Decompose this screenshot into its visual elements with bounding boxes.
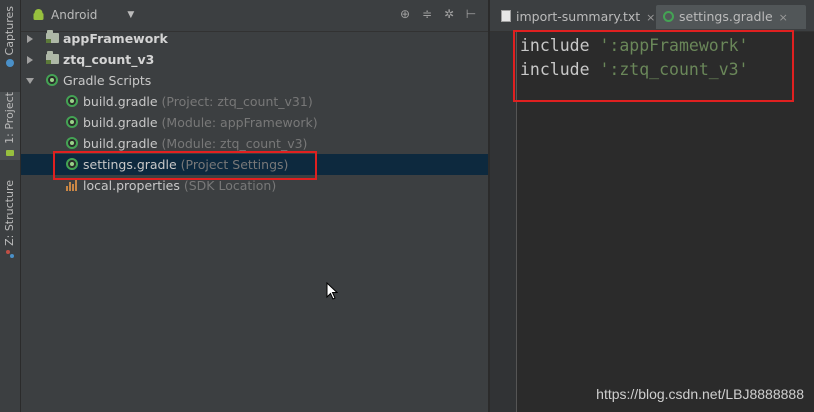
module-folder-icon bbox=[46, 51, 59, 64]
tab-label: import-summary.txt bbox=[516, 9, 641, 24]
chevron-down-icon[interactable] bbox=[26, 78, 34, 84]
tool-window-strip: Captures 1: Project Z: Structure bbox=[0, 0, 21, 412]
highlight-box-settings-gradle bbox=[53, 151, 317, 180]
project-view-label: Android bbox=[51, 8, 98, 22]
tree-item-hint: (Module: appFramework) bbox=[161, 115, 318, 130]
gradle-icon bbox=[66, 95, 78, 107]
tree-item-build-gradle-appframework[interactable]: build.gradle (Module: appFramework) bbox=[21, 112, 488, 133]
watermark: https://blog.csdn.net/LBJ8888888 bbox=[596, 386, 804, 402]
module-folder-icon bbox=[46, 30, 59, 43]
mouse-cursor-icon bbox=[326, 282, 338, 300]
locate-icon[interactable]: ⊕ bbox=[398, 7, 412, 21]
structure-tab[interactable]: Z: Structure bbox=[0, 180, 20, 262]
tab-settings-gradle[interactable]: settings.gradle × bbox=[656, 5, 806, 29]
tree-item-appframework[interactable]: appFramework bbox=[21, 28, 488, 49]
close-icon[interactable]: × bbox=[779, 11, 788, 24]
properties-icon bbox=[66, 180, 78, 191]
tree-item-hint: (Project: ztq_count_v31) bbox=[161, 94, 313, 109]
gradle-icon bbox=[66, 137, 78, 149]
editor-tab-bar: import-summary.txt × settings.gradle × bbox=[490, 0, 814, 32]
structure-icon bbox=[6, 249, 14, 258]
tree-item-label: build.gradle bbox=[83, 94, 158, 109]
tree-item-label: Gradle Scripts bbox=[63, 73, 152, 88]
android-icon bbox=[6, 149, 14, 156]
project-tab[interactable]: 1: Project bbox=[0, 92, 20, 160]
tree-item-build-gradle-project[interactable]: build.gradle (Project: ztq_count_v31) bbox=[21, 91, 488, 112]
project-view-dropdown[interactable]: Android ▼ bbox=[51, 8, 134, 22]
tree-item-gradle-scripts[interactable]: Gradle Scripts bbox=[21, 70, 488, 91]
gradle-icon bbox=[46, 74, 58, 86]
gradle-icon bbox=[66, 116, 78, 128]
tab-import-summary[interactable]: import-summary.txt × bbox=[494, 5, 656, 29]
tab-label: settings.gradle bbox=[679, 9, 773, 24]
capture-icon bbox=[6, 59, 14, 68]
project-tab-label: 1: Project bbox=[3, 92, 16, 144]
project-panel: Android ▼ ⊕ ≑ ✲ ⊢ appFramework ztq_count… bbox=[21, 0, 488, 412]
editor-area: import-summary.txt × settings.gradle × inc… bbox=[490, 0, 814, 412]
chevron-right-icon[interactable] bbox=[27, 35, 33, 43]
tree-item-ztq-count-v3[interactable]: ztq_count_v3 bbox=[21, 49, 488, 70]
tree-item-label: build.gradle bbox=[83, 115, 158, 130]
chevron-down-icon: ▼ bbox=[127, 10, 135, 20]
tree-item-label: ztq_count_v3 bbox=[63, 52, 155, 67]
hide-panel-icon[interactable]: ⊢ bbox=[464, 7, 478, 21]
gradle-icon bbox=[663, 11, 674, 22]
structure-tab-label: Z: Structure bbox=[3, 180, 16, 246]
captures-tab-label: Captures bbox=[3, 6, 16, 56]
chevron-right-icon[interactable] bbox=[27, 56, 33, 64]
tree-item-hint: (Module: ztq_count_v3) bbox=[161, 136, 308, 151]
close-icon[interactable]: × bbox=[646, 11, 655, 24]
captures-tab[interactable]: Captures bbox=[0, 6, 20, 71]
gear-icon[interactable]: ✲ bbox=[442, 7, 456, 21]
android-icon bbox=[33, 9, 44, 20]
tree-item-label: appFramework bbox=[63, 31, 168, 46]
tree-item-label: build.gradle bbox=[83, 136, 158, 151]
collapse-all-icon[interactable]: ≑ bbox=[420, 7, 434, 21]
text-file-icon bbox=[501, 10, 511, 22]
tree-item-label: local.properties bbox=[83, 178, 180, 193]
highlight-box-code bbox=[513, 30, 794, 102]
tree-item-hint: (SDK Location) bbox=[183, 178, 277, 193]
